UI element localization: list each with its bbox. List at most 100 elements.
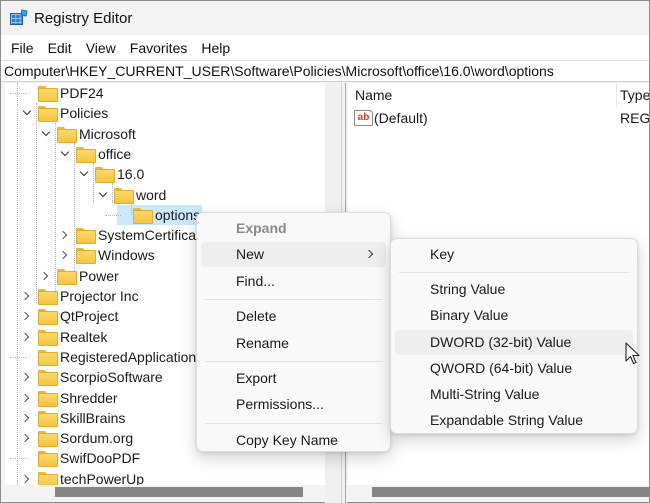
tree-guide-line — [55, 123, 56, 293]
tree-item[interactable]: Power — [41, 266, 119, 286]
menu-file[interactable]: File — [5, 40, 40, 56]
folder-icon — [57, 126, 77, 143]
tree-item[interactable]: ScorpioSoftware — [22, 367, 163, 387]
chevron-right-icon[interactable] — [22, 433, 32, 443]
tree-horizontal-scrollbar[interactable] — [5, 485, 325, 501]
menu-item-export[interactable]: Export — [201, 366, 386, 391]
chevron-down-icon[interactable] — [22, 108, 32, 118]
folder-icon — [38, 349, 58, 366]
tree-item[interactable]: Projector Inc — [22, 286, 139, 306]
chevron-right-icon[interactable] — [22, 393, 32, 403]
menu-view[interactable]: View — [80, 40, 122, 56]
tree-item[interactable]: office — [60, 144, 131, 164]
tree-item[interactable]: options — [117, 204, 203, 225]
column-divider[interactable] — [616, 83, 617, 107]
folder-icon — [76, 248, 96, 265]
menu-item-label: Export — [236, 370, 277, 386]
menu-separator — [399, 272, 629, 274]
value-row[interactable]: ab (Default) REG_SZ — [348, 109, 649, 129]
folder-icon — [38, 289, 58, 305]
chevron-right-icon[interactable] — [22, 332, 32, 342]
folder-icon — [38, 329, 58, 346]
tree-connector-line — [10, 458, 26, 460]
menu-separator — [205, 361, 382, 362]
value-name: (Default) — [374, 110, 428, 126]
tree-item[interactable]: SwifDooPDF — [22, 448, 140, 468]
tree-item[interactable]: Sordum.org — [22, 428, 133, 448]
list-scroll-thumb[interactable] — [372, 487, 649, 497]
tree-item-label: PDF24 — [60, 85, 104, 101]
tree-item[interactable]: SystemCertificates — [60, 225, 215, 245]
chevron-right-icon[interactable] — [60, 250, 70, 260]
tree-item-label: word — [136, 186, 167, 203]
tree-item[interactable]: 16.0 — [79, 164, 144, 184]
tree-item[interactable]: PDF24 — [22, 83, 104, 103]
menu-item-binary-value[interactable]: Binary Value — [395, 303, 633, 328]
menu-item-new[interactable]: New — [201, 242, 386, 268]
tree-item[interactable]: Policies — [22, 103, 108, 123]
menu-help[interactable]: Help — [195, 40, 236, 56]
chevron-right-icon[interactable] — [22, 291, 32, 301]
menu-item-permissions[interactable]: Permissions... — [201, 392, 386, 417]
chevron-down-icon[interactable] — [60, 149, 70, 159]
string-value-icon: ab — [354, 110, 373, 126]
tree-item[interactable]: techPowerUp — [22, 469, 144, 485]
chevron-down-icon[interactable] — [41, 129, 51, 139]
tree-item-label: Windows — [98, 247, 155, 264]
new-submenu: Key String Value Binary Value DWORD (32-bit… — [390, 238, 638, 434]
tree-item[interactable]: SkillBrains — [22, 408, 125, 428]
tree-item[interactable]: word — [98, 185, 166, 205]
tree-item-label: ScorpioSoftware — [60, 369, 163, 386]
chevron-right-icon[interactable] — [22, 311, 32, 321]
menu-item-delete[interactable]: Delete — [201, 304, 386, 329]
list-horizontal-scrollbar[interactable] — [348, 485, 649, 501]
tree-item[interactable]: QtProject — [22, 306, 118, 326]
tree-item-label: 16.0 — [117, 166, 145, 183]
menu-edit[interactable]: Edit — [42, 40, 78, 56]
value-type: REG_SZ — [620, 110, 649, 126]
chevron-right-icon — [364, 250, 374, 259]
column-header-type[interactable]: Type — [620, 87, 649, 103]
menu-item-label: Find... — [236, 272, 275, 289]
tree-guide-line — [112, 183, 113, 203]
menu-item-rename[interactable]: Rename — [201, 331, 386, 356]
menu-favorites[interactable]: Favorites — [124, 40, 194, 56]
tree-item-label: Realtek — [60, 328, 108, 345]
tree-guide-line — [36, 103, 37, 303]
folder-icon — [38, 370, 58, 387]
menu-item-find[interactable]: Find... — [201, 269, 386, 294]
column-header-name[interactable]: Name — [355, 87, 392, 103]
chevron-right-icon[interactable] — [22, 372, 32, 382]
tree-scroll-thumb[interactable] — [55, 487, 303, 497]
address-bar[interactable]: Computer\HKEY_CURRENT_USER\Software\Poli… — [1, 60, 649, 82]
chevron-down-icon[interactable] — [98, 190, 108, 200]
menu-item-key[interactable]: Key — [395, 242, 633, 267]
menu-item-label: Delete — [236, 308, 277, 325]
tree-guide-line — [74, 143, 75, 273]
chevron-right-icon[interactable] — [41, 271, 51, 281]
menu-item-label: Permissions... — [236, 396, 324, 413]
chevron-right-icon[interactable] — [22, 474, 32, 484]
chevron-right-icon[interactable] — [60, 230, 70, 240]
tree-item[interactable]: Realtek — [22, 327, 107, 347]
tree-connector-line — [10, 93, 26, 94]
folder-icon — [133, 207, 153, 224]
mouse-cursor-icon — [625, 342, 640, 365]
menu-item-label: Expandable String Value — [430, 412, 584, 429]
menu-item-dword-32-bit-value[interactable]: DWORD (32-bit) Value — [395, 329, 633, 355]
chevron-down-icon[interactable] — [79, 169, 89, 179]
tree-item[interactable]: Shredder — [22, 388, 118, 408]
menu-item-string-value[interactable]: String Value — [395, 277, 633, 302]
menu-item-qword-64-bit-value[interactable]: QWORD (64-bit) Value — [395, 356, 633, 381]
menu-item-label: Expand — [236, 220, 287, 236]
menu-item-multi-string-value[interactable]: Multi-String Value — [395, 382, 633, 407]
tree-item-label: office — [98, 145, 132, 162]
menu-item-copy-key-name[interactable]: Copy Key Name — [201, 428, 386, 453]
folder-icon — [38, 106, 58, 123]
tree-item-label: SwifDooPDF — [60, 450, 141, 467]
folder-icon — [38, 410, 58, 427]
chevron-right-icon[interactable] — [22, 413, 32, 423]
folder-icon — [114, 187, 134, 204]
menu-item-expandable-string-value[interactable]: Expandable String Value — [395, 408, 633, 433]
tree-item[interactable]: RegisteredApplications — [22, 347, 203, 367]
